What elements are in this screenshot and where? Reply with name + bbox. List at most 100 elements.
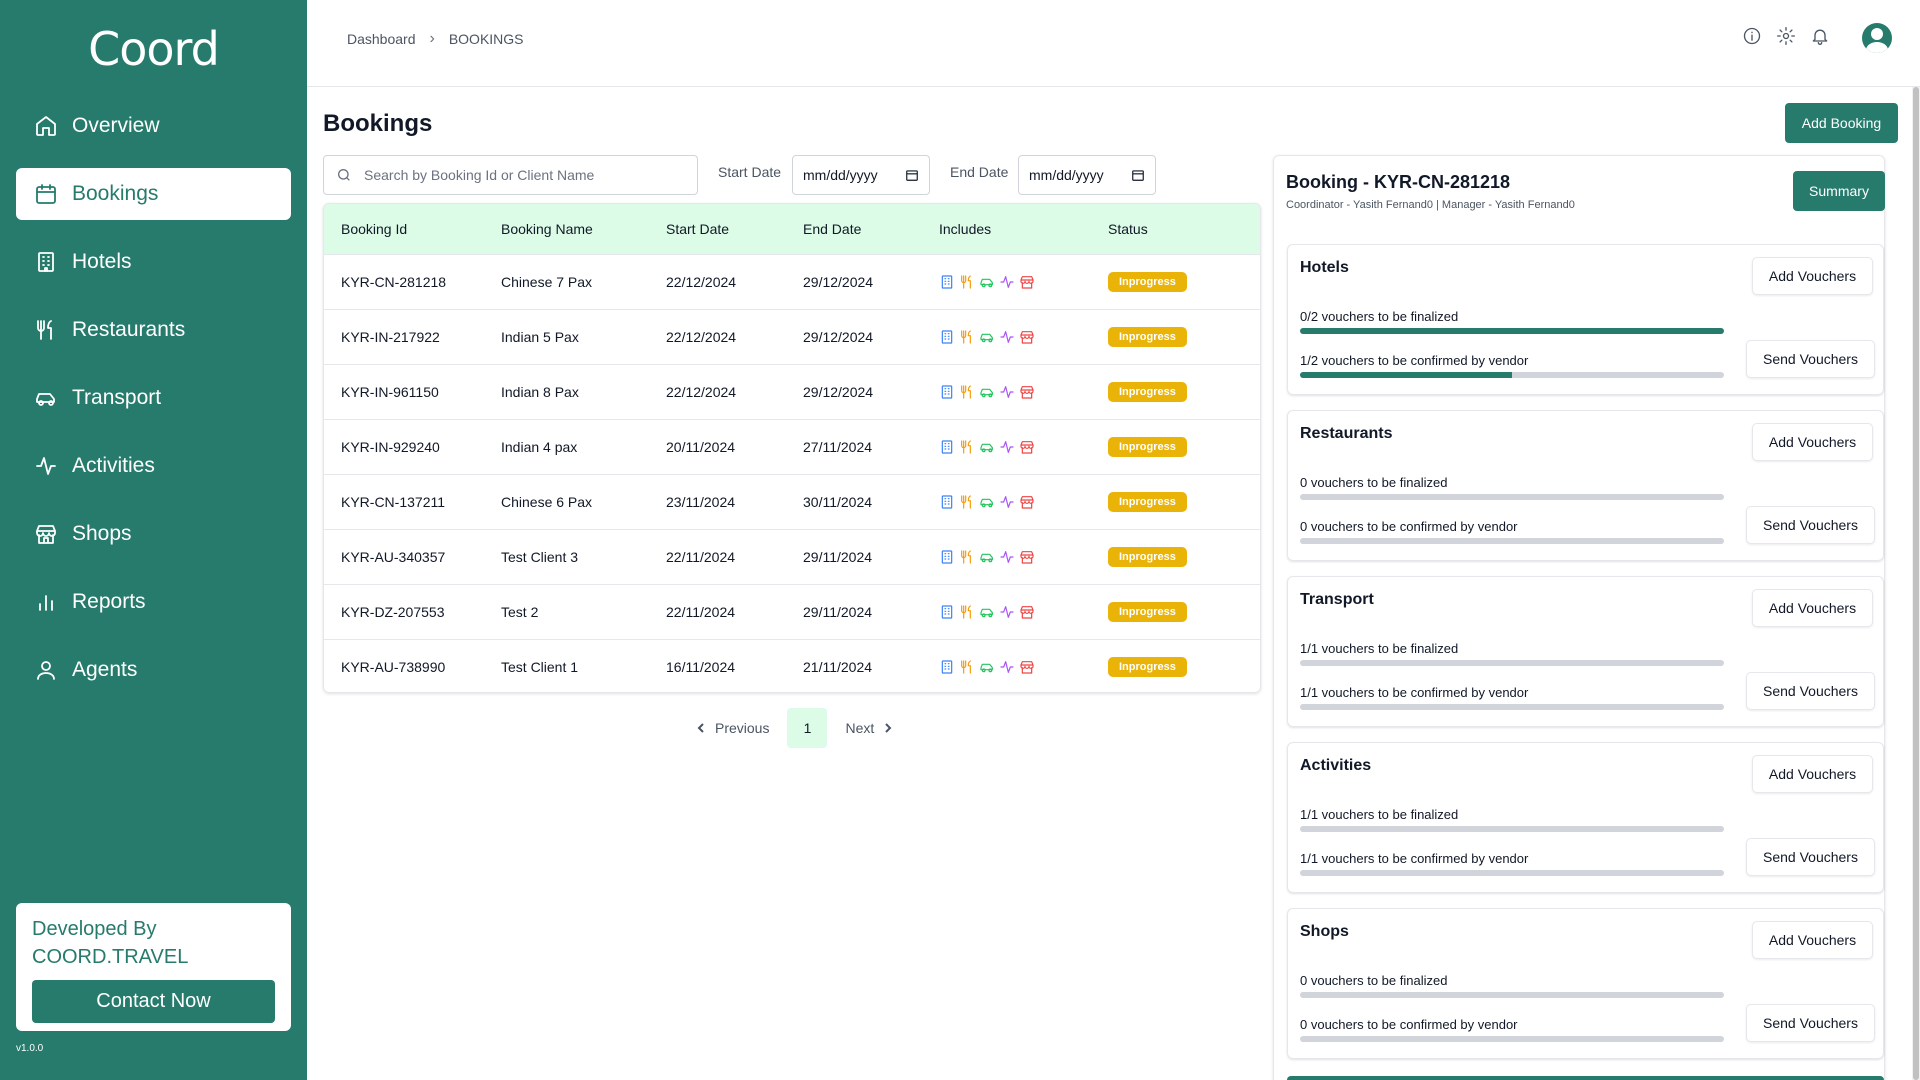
- sidebar-item-label: Reports: [72, 590, 146, 613]
- start-date-cell: 22/11/2024: [666, 604, 736, 620]
- booking-id-cell: KYR-CN-281218: [341, 274, 447, 290]
- search-box[interactable]: [323, 155, 698, 195]
- booking-id-cell: KYR-IN-929240: [341, 439, 440, 455]
- app-logo[interactable]: Coord: [0, 22, 307, 76]
- add-vouchers-button[interactable]: Add Vouchers: [1752, 921, 1873, 959]
- status-badge: Inprogress: [1108, 547, 1187, 567]
- add-booking-button[interactable]: Add Booking: [1785, 103, 1898, 143]
- sidebar-item-label: Overview: [72, 114, 160, 137]
- finalized-label: 1/1 vouchers to be finalized: [1300, 807, 1459, 822]
- breadcrumb: Dashboard › BOOKINGS: [347, 30, 524, 48]
- restaurant-icon: [961, 440, 971, 454]
- sidebar-item-hotels[interactable]: Hotels: [16, 236, 291, 288]
- status-badge: Inprogress: [1108, 657, 1187, 677]
- voucher-section-restaurants: Restaurants Add Vouchers 0 vouchers to be …: [1287, 410, 1884, 561]
- activity-icon: [1000, 386, 1014, 398]
- table-row[interactable]: KYR-IN-217922 Indian 5 Pax 22/12/2024 29/12…: [324, 309, 1260, 364]
- start-date-cell: 23/11/2024: [666, 494, 736, 510]
- sidebar-item-transport[interactable]: Transport: [16, 372, 291, 424]
- voucher-section-transport: Transport Add Vouchers 1/1 vouchers to be …: [1287, 576, 1884, 727]
- page-scrollbar[interactable]: [1912, 87, 1920, 1080]
- section-title: Shops: [1300, 923, 1349, 940]
- previous-page-button[interactable]: Previous: [683, 708, 781, 748]
- avatar-icon[interactable]: [1862, 23, 1892, 53]
- sidebar-item-restaurants[interactable]: Restaurants: [16, 304, 291, 356]
- end-date-cell: 30/11/2024: [803, 494, 873, 510]
- end-date-value: mm/dd/yyyy: [1029, 167, 1104, 183]
- add-vouchers-button[interactable]: Add Vouchers: [1752, 755, 1873, 793]
- bell-icon[interactable]: [1810, 26, 1830, 46]
- transport-icon: [980, 553, 993, 563]
- end-date-input[interactable]: mm/dd/yyyy: [1018, 155, 1156, 195]
- send-vouchers-button[interactable]: Send Vouchers: [1746, 340, 1875, 378]
- page-number-button[interactable]: 1: [787, 708, 828, 748]
- finalized-label: 0 vouchers to be finalized: [1300, 973, 1448, 988]
- start-date-input[interactable]: mm/dd/yyyy: [792, 155, 930, 195]
- summary-button[interactable]: Summary: [1793, 171, 1885, 211]
- start-date-cell: 16/11/2024: [666, 659, 736, 675]
- voucher-section-hotels: Hotels Add Vouchers 0/2 vouchers to be fin…: [1287, 244, 1884, 395]
- table-row[interactable]: KYR-IN-961150 Indian 8 Pax 22/12/2024 29/12…: [324, 364, 1260, 419]
- add-vouchers-button[interactable]: Add Vouchers: [1752, 589, 1873, 627]
- status-cell: Inprogress: [1108, 602, 1258, 622]
- sidebar-item-bookings[interactable]: Bookings: [16, 168, 291, 220]
- shop-icon: [1020, 276, 1034, 289]
- breadcrumb-bookings: BOOKINGS: [448, 31, 524, 47]
- confirmed-progress-fill: [1300, 372, 1512, 378]
- booking-name-cell: Indian 8 Pax: [501, 384, 579, 400]
- activity-icon: [1000, 331, 1014, 343]
- sidebar-item-agents[interactable]: Agents: [16, 644, 291, 696]
- end-date-cell: 29/12/2024: [803, 384, 874, 400]
- sidebar-item-reports[interactable]: Reports: [16, 576, 291, 628]
- send-vouchers-button[interactable]: Send Vouchers: [1746, 838, 1875, 876]
- scrollbar-thumb[interactable]: [1913, 87, 1919, 1080]
- table-header: Booking Id Booking Name Start Date End D…: [324, 204, 1260, 254]
- calendar-icon[interactable]: [1131, 168, 1145, 182]
- confirmed-label: 1/1 vouchers to be confirmed by vendor: [1300, 685, 1529, 700]
- search-input[interactable]: [364, 167, 684, 183]
- send-vouchers-button[interactable]: Send Vouchers: [1746, 672, 1875, 710]
- sidebar-item-overview[interactable]: Overview: [16, 100, 291, 152]
- search-icon: [338, 169, 350, 181]
- section-title: Restaurants: [1300, 425, 1393, 442]
- status-cell: Inprogress: [1108, 492, 1258, 512]
- start-date-value: mm/dd/yyyy: [803, 167, 878, 183]
- table-row[interactable]: KYR-CN-281218 Chinese 7 Pax 22/12/2024 29/1…: [324, 254, 1260, 309]
- activity-icon: [36, 457, 56, 475]
- confirmed-progress-bar: [1300, 1036, 1724, 1042]
- end-date-label: End Date: [950, 164, 1009, 180]
- next-page-button[interactable]: Next: [833, 708, 906, 748]
- store-icon: [36, 525, 56, 544]
- shop-icon: [1020, 386, 1034, 399]
- finalized-label: 0 vouchers to be finalized: [1300, 475, 1448, 490]
- send-vouchers-button[interactable]: Send Vouchers: [1746, 506, 1875, 544]
- table-row[interactable]: KYR-DZ-207553 Test 2 22/11/2024 29/11/2024 I…: [324, 584, 1260, 639]
- contact-now-button[interactable]: Contact Now: [32, 980, 275, 1023]
- developer-card: Developed By COORD.TRAVEL Contact Now: [16, 903, 291, 1031]
- transport-icon: [980, 663, 993, 673]
- hotel-icon: [941, 605, 953, 619]
- finalized-progress-bar: [1300, 494, 1724, 500]
- includes-cell: [939, 494, 1108, 510]
- transport-icon: [980, 608, 993, 618]
- table-row[interactable]: KYR-AU-340357 Test Client 3 22/11/2024 29/1…: [324, 529, 1260, 584]
- info-icon[interactable]: [1742, 26, 1762, 46]
- booking-name-cell: Test 2: [501, 604, 539, 620]
- table-row[interactable]: KYR-CN-137211 Chinese 6 Pax 23/11/2024 30/1…: [324, 474, 1260, 529]
- sidebar-item-shops[interactable]: Shops: [16, 508, 291, 560]
- shop-icon: [1020, 331, 1034, 344]
- sidebar-item-label: Transport: [72, 386, 162, 409]
- sidebar-item-activities[interactable]: Activities: [16, 440, 291, 492]
- table-row[interactable]: KYR-IN-929240 Indian 4 pax 20/11/2024 27/11…: [324, 419, 1260, 474]
- start-date-cell: 22/12/2024: [666, 329, 737, 345]
- calendar-icon[interactable]: [905, 168, 919, 182]
- breadcrumb-dashboard[interactable]: Dashboard: [347, 31, 416, 47]
- activity-icon: [1000, 496, 1014, 508]
- gear-icon[interactable]: [1776, 26, 1796, 46]
- table-row[interactable]: KYR-AU-738990 Test Client 1 16/11/2024 21/1…: [324, 639, 1260, 692]
- column-header-end-date: End Date: [803, 221, 862, 237]
- send-vouchers-button[interactable]: Send Vouchers: [1746, 1004, 1875, 1042]
- add-vouchers-button[interactable]: Add Vouchers: [1752, 257, 1873, 295]
- add-vouchers-button[interactable]: Add Vouchers: [1752, 423, 1873, 461]
- shop-icon: [1020, 551, 1034, 564]
